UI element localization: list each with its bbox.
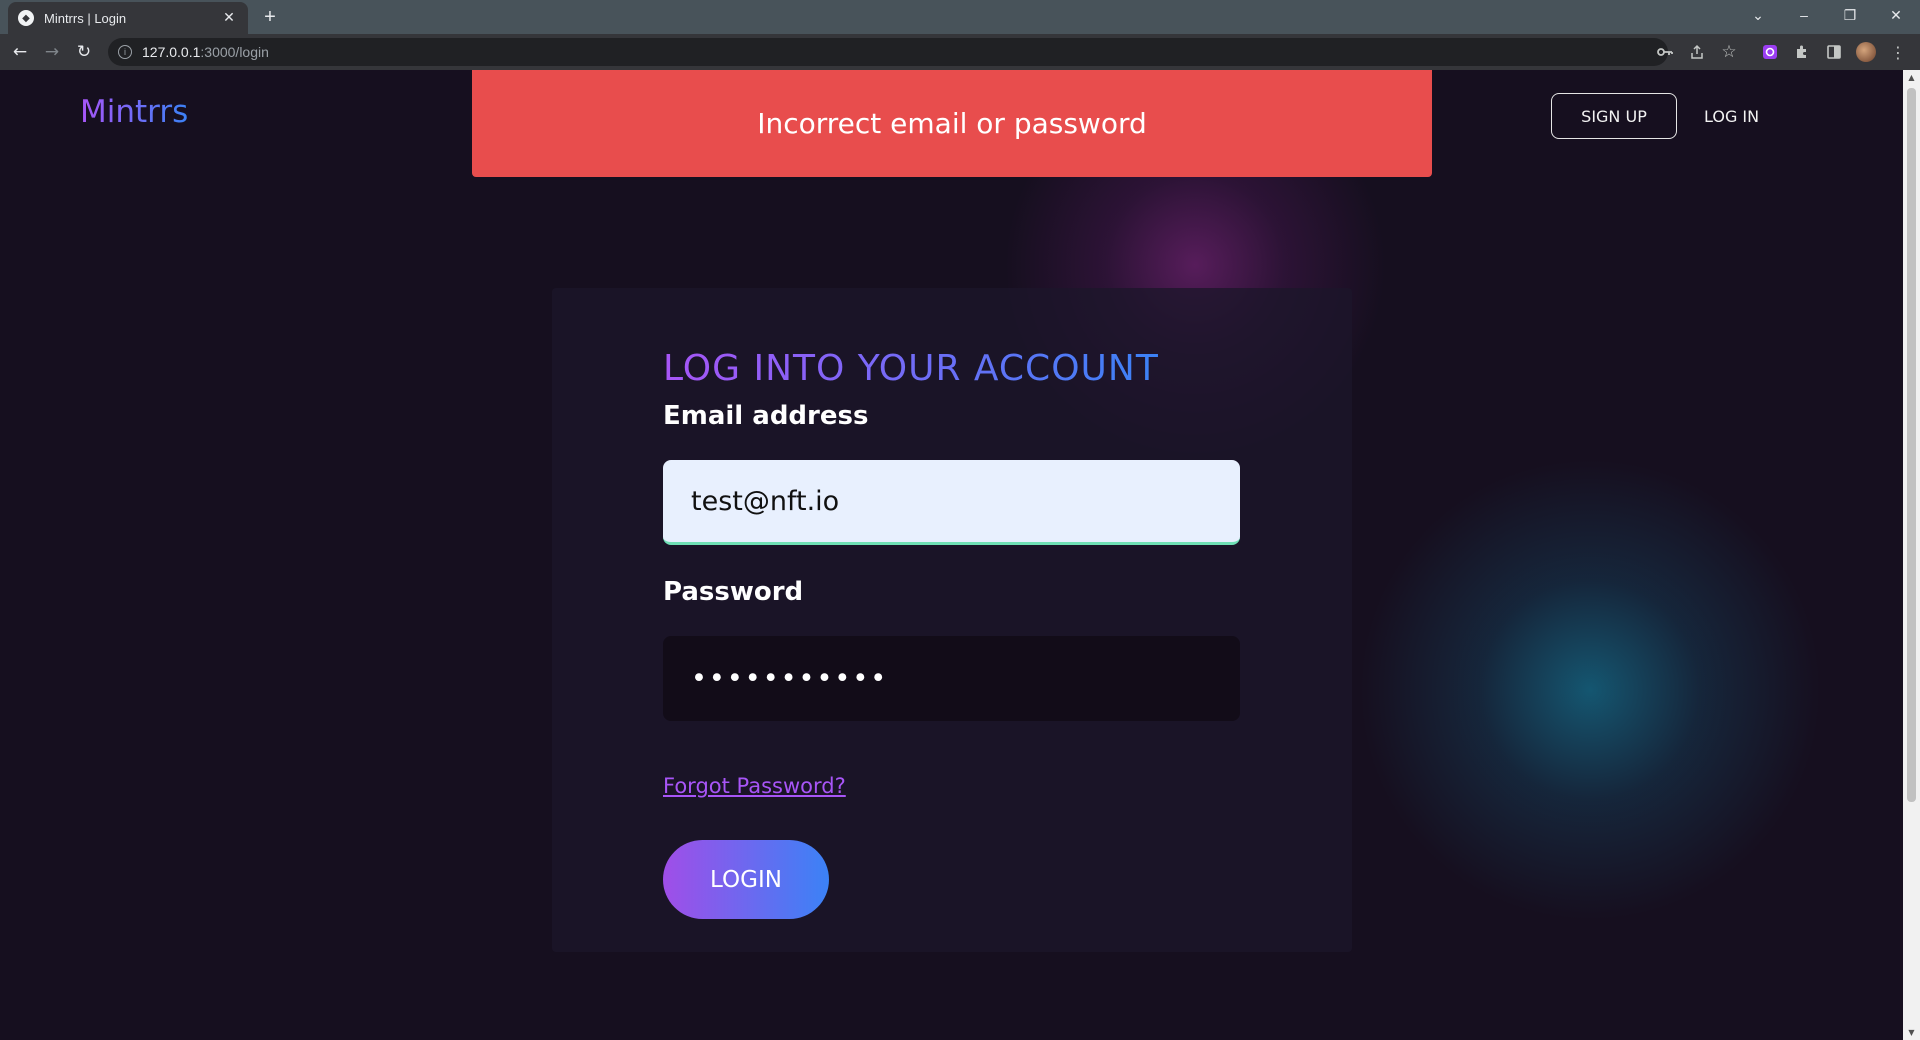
tab-close-icon[interactable]: ✕ (220, 10, 238, 26)
password-label: Password (663, 577, 804, 607)
login-title: LOG INTO YOUR ACCOUNT (663, 348, 1159, 389)
forward-arrow-icon[interactable]: → (40, 40, 64, 64)
site-logo[interactable]: Mintrrs (80, 94, 188, 130)
minimize-button[interactable]: – (1784, 0, 1824, 30)
back-arrow-icon[interactable]: ← (8, 40, 32, 64)
browser-menu-icon[interactable]: ⋮ (1888, 42, 1908, 62)
scroll-down-icon[interactable]: ▼ (1907, 1028, 1916, 1037)
forgot-password-link[interactable]: Forgot Password? (663, 774, 846, 798)
login-nav-link[interactable]: LOG IN (1704, 93, 1759, 139)
share-icon[interactable] (1687, 42, 1707, 62)
profile-avatar-icon[interactable] (1856, 42, 1876, 62)
address-bar[interactable]: i 127.0.0.1 :3000/login (108, 38, 1668, 66)
extensions-puzzle-icon[interactable] (1792, 42, 1812, 62)
scrollbar-thumb[interactable] (1907, 88, 1916, 802)
email-field[interactable] (663, 460, 1240, 545)
browser-tab[interactable]: ◆ Mintrrs | Login ✕ (8, 2, 248, 34)
tab-search-icon[interactable]: ⌄ (1738, 0, 1778, 30)
restore-button[interactable]: ❐ (1830, 0, 1870, 30)
login-page: Mintrrs Incorrect email or password SIGN… (0, 70, 1903, 1040)
password-field[interactable] (663, 636, 1240, 721)
reload-icon[interactable]: ↻ (72, 40, 96, 64)
new-tab-button[interactable]: + (258, 6, 282, 30)
browser-tab-strip: ◆ Mintrrs | Login ✕ + ⌄ – ❐ ✕ (0, 0, 1920, 34)
login-card: LOG INTO YOUR ACCOUNT Email address Pass… (552, 288, 1352, 952)
site-favicon-icon: ◆ (18, 10, 34, 26)
browser-toolbar: ← → ↻ i 127.0.0.1 :3000/login ☆ ⋮ (0, 34, 1920, 70)
error-alert: Incorrect email or password (472, 70, 1432, 177)
page-scrollbar[interactable]: ▲ ▼ (1903, 70, 1920, 1040)
url-host: 127.0.0.1 (142, 44, 201, 60)
scroll-up-icon[interactable]: ▲ (1907, 73, 1916, 82)
url-path: :3000/login (200, 44, 269, 60)
email-label: Email address (663, 401, 869, 431)
login-submit-button[interactable]: LOGIN (663, 840, 829, 919)
site-info-icon[interactable]: i (118, 45, 132, 59)
side-panel-icon[interactable] (1824, 42, 1844, 62)
password-key-icon[interactable] (1655, 42, 1675, 62)
tab-title: Mintrrs | Login (44, 10, 127, 26)
extension-icon[interactable] (1760, 42, 1780, 62)
window-close-button[interactable]: ✕ (1876, 0, 1916, 30)
bookmark-star-icon[interactable]: ☆ (1719, 42, 1739, 62)
signup-button[interactable]: SIGN UP (1551, 93, 1677, 139)
